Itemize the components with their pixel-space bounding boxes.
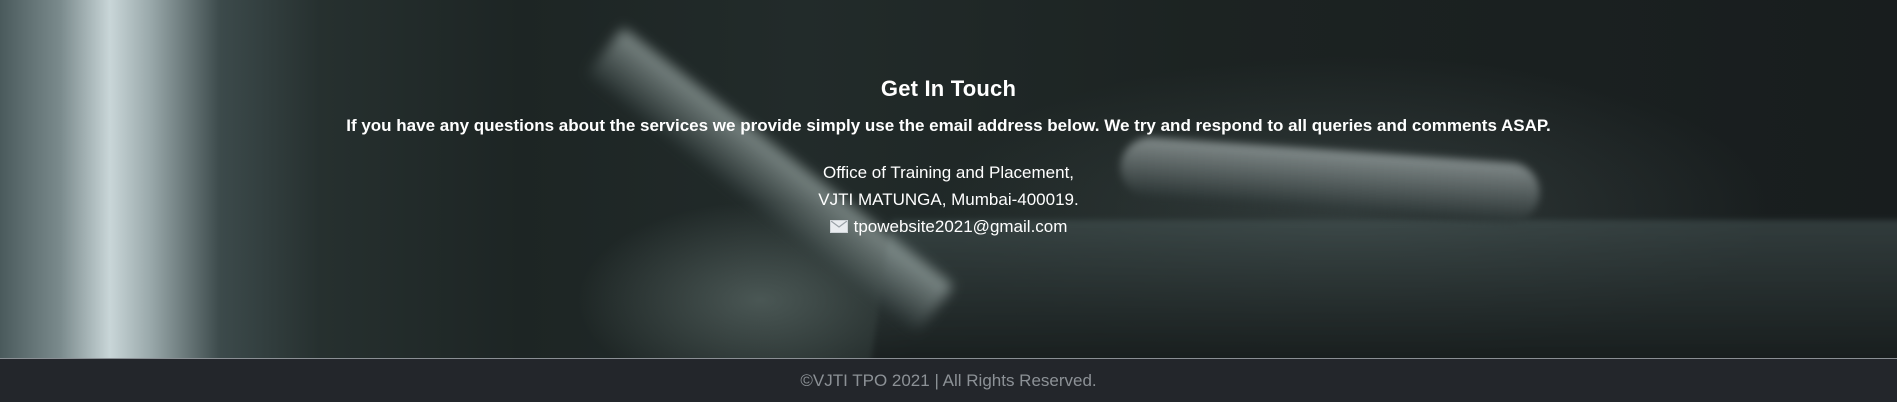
- contact-heading: Get In Touch: [880, 76, 1017, 101]
- site-footer: ©VJTI TPO 2021 | All Rights Reserved.: [0, 359, 1897, 402]
- email-row: tpowebsite2021@gmail.com: [0, 213, 1897, 241]
- footer-copyright: ©VJTI TPO 2021 | All Rights Reserved.: [800, 371, 1097, 390]
- contact-subtitle: If you have any questions about the serv…: [346, 116, 1551, 135]
- contact-email-link[interactable]: tpowebsite2021@gmail.com: [854, 213, 1068, 240]
- envelope-icon: [829, 220, 848, 233]
- contact-address: Office of Training and Placement, VJTI M…: [0, 159, 1897, 241]
- contact-section: Get In Touch If you have any questions a…: [0, 0, 1897, 358]
- address-line-2: VJTI MATUNGA, Mumbai-400019.: [818, 190, 1079, 209]
- address-line-1: Office of Training and Placement,: [822, 163, 1075, 182]
